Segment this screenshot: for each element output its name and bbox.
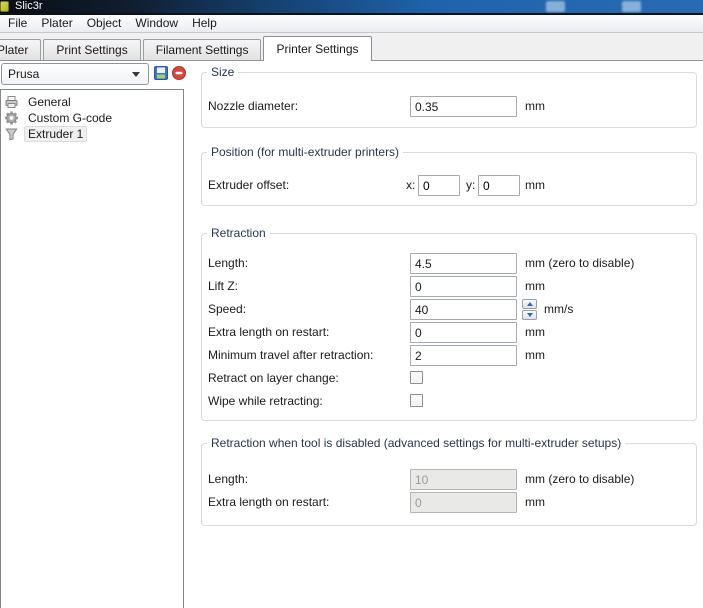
setting-label: Extra length on restart: [208,491,329,514]
tab-plater[interactable]: Plater [0,39,41,60]
preset-select[interactable]: Prusa [1,63,149,85]
menu-object[interactable]: Object [80,15,129,32]
sidebar-item-extruder-1[interactable]: Extruder 1 [1,126,183,142]
preset-value: Prusa [8,64,39,84]
chevron-down-icon [132,72,140,77]
sidebar-item-label: Custom G-code [24,110,116,126]
setting-row-length: Length: mm (zero to disable) [202,252,696,275]
gear-icon [4,111,19,125]
retract-layer-change-checkbox[interactable] [410,371,423,384]
menu-help[interactable]: Help [185,15,224,32]
group-title: Position (for multi-extruder printers) [207,145,403,159]
tab-strip: Plater Print Settings Filament Settings … [0,33,703,61]
sidebar-item-label: General [24,94,75,110]
spinner-down-button[interactable] [522,310,537,320]
titlebar-glass-reflection [622,1,641,12]
setting-label: Extra length on restart: [208,321,329,344]
arrow-down-icon [527,313,533,317]
retract-length-input[interactable] [410,253,517,274]
unit-label: mm [525,95,545,118]
min-travel-input[interactable] [410,345,517,366]
toolchange-length-input [410,469,517,490]
setting-label: Lift Z: [208,275,238,298]
setting-label: Wipe while retracting: [208,390,323,413]
setting-row-disabled-length: Length: mm (zero to disable) [202,468,696,491]
setting-row-speed: Speed: mm/s [202,298,696,321]
printer-icon [4,95,19,109]
slic3r-window: Slic3r File Plater Object Window Help Pl… [0,0,703,608]
tab-print-settings[interactable]: Print Settings [43,39,140,60]
tab-printer-settings[interactable]: Printer Settings [263,36,371,61]
setting-label: Minimum travel after retraction: [208,344,373,367]
lift-z-input[interactable] [410,276,517,297]
extruder-offset-y-input[interactable] [478,175,520,196]
menu-bar: File Plater Object Window Help [0,15,703,33]
save-icon[interactable] [153,65,169,81]
extruder-offset-x-input[interactable] [418,175,460,196]
titlebar-glass-reflection [546,1,565,12]
toolchange-extra-length-input [410,492,517,513]
group-size: Size Nozzle diameter: mm [201,72,697,128]
unit-label: mm [525,174,545,197]
setting-row-disabled-extra-length: Extra length on restart: mm [202,491,696,514]
funnel-icon [4,127,19,141]
setting-label: Retract on layer change: [208,367,339,390]
setting-row-extruder-offset: Extruder offset: x: y: mm [202,174,696,197]
sidebar-item-general[interactable]: General [1,94,183,110]
sidebar-item-label: Extruder 1 [24,126,87,142]
group-retraction-tool-disabled: Retraction when tool is disabled (advanc… [201,443,697,526]
spinner-up-button[interactable] [522,299,537,309]
window-title: Slic3r [15,0,43,13]
unit-label: mm (zero to disable) [525,468,634,491]
group-position: Position (for multi-extruder printers) E… [201,152,697,206]
setting-label: Speed: [208,298,246,321]
settings-tree: General Custom G-code [0,89,184,608]
setting-label: Extruder offset: [208,174,289,197]
unit-label: mm/s [544,298,573,321]
setting-row-lift-z: Lift Z: mm [202,275,696,298]
title-bar: Slic3r [0,0,703,15]
group-title: Size [207,65,238,79]
setting-row-retract-layer-change: Retract on layer change: [202,367,696,390]
y-label: y: [466,174,475,197]
menu-file[interactable]: File [1,15,34,32]
setting-label: Length: [208,468,248,491]
setting-label: Length: [208,252,248,275]
delete-icon[interactable] [171,65,187,81]
arrow-up-icon [527,302,533,306]
menu-window[interactable]: Window [128,15,185,32]
tabs: Plater Print Settings Filament Settings … [0,36,374,60]
setting-row-extra-length-restart: Extra length on restart: mm [202,321,696,344]
wipe-while-retracting-checkbox[interactable] [410,394,423,407]
setting-row-wipe: Wipe while retracting: [202,390,696,413]
unit-label: mm [525,344,545,367]
speed-spinner [522,299,537,320]
unit-label: mm [525,321,545,344]
nozzle-diameter-input[interactable] [410,96,517,117]
unit-label: mm (zero to disable) [525,252,634,275]
group-retraction: Retraction Length: mm (zero to disable) … [201,233,697,421]
setting-row-min-travel: Minimum travel after retraction: mm [202,344,696,367]
retract-speed-input[interactable] [410,299,517,320]
slic3r-app-icon [0,1,9,12]
unit-label: mm [525,491,545,514]
setting-label: Nozzle diameter: [208,95,298,118]
unit-label: mm [525,275,545,298]
x-label: x: [406,174,415,197]
group-title: Retraction [207,226,270,240]
setting-row-nozzle-diameter: Nozzle diameter: mm [202,95,696,118]
sidebar-item-custom-gcode[interactable]: Custom G-code [1,110,183,126]
tab-filament-settings[interactable]: Filament Settings [143,39,262,60]
group-title: Retraction when tool is disabled (advanc… [207,436,625,450]
extra-length-restart-input[interactable] [410,322,517,343]
menu-plater[interactable]: Plater [34,15,79,32]
